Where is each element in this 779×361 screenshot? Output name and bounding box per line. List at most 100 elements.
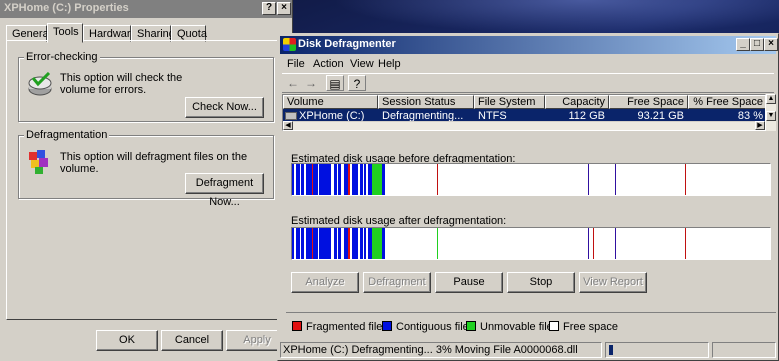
properties-icon[interactable]: ▤ <box>326 75 344 91</box>
contiguous-swatch <box>382 321 392 331</box>
progress-bar <box>605 342 709 358</box>
disk-check-icon <box>28 72 52 96</box>
forward-icon[interactable]: → <box>302 75 320 91</box>
col-capacity[interactable]: Capacity <box>545 95 609 109</box>
status-text: XPHome (C:) Defragmenting... 3% Moving F… <box>280 342 602 358</box>
cluster-segment <box>332 164 333 195</box>
scroll-down-icon[interactable]: ▼ <box>766 111 776 121</box>
menu-view[interactable]: View <box>350 58 374 70</box>
back-icon[interactable]: ← <box>284 75 302 91</box>
legend-contiguous: Contiguous files <box>382 321 474 333</box>
legend-unmovable: Unmovable files <box>466 321 558 333</box>
cluster-segment <box>319 164 331 195</box>
view-report-button[interactable]: View Report <box>579 272 647 293</box>
error-checking-group: Error-checking This option will check th… <box>18 51 274 122</box>
cluster-line <box>593 228 594 259</box>
help-icon[interactable]: ? <box>348 75 366 91</box>
cluster-segment <box>358 164 359 195</box>
defragmentation-text: This option will defragment files on the… <box>60 151 248 175</box>
defragmentation-group: Defragmentation This option will defragm… <box>18 129 274 208</box>
cluster-segment <box>358 228 359 259</box>
defrag-app-icon <box>283 38 296 51</box>
fragmented-swatch <box>292 321 302 331</box>
scroll-right-icon[interactable]: ▶ <box>755 121 765 130</box>
cluster-segment <box>338 164 341 195</box>
after-usage-map <box>291 227 771 260</box>
close-button[interactable]: × <box>277 2 291 15</box>
cluster-segment <box>382 164 385 195</box>
stop-button[interactable]: Stop <box>507 272 575 293</box>
properties-titlebar[interactable]: XPHome (C:) Properties ? × <box>0 0 292 18</box>
cluster-segment <box>360 164 363 195</box>
check-now-button[interactable]: Check Now... <box>185 97 264 118</box>
vertical-scrollbar[interactable]: ▲ ▼ <box>766 94 776 131</box>
cluster-segment <box>312 164 313 195</box>
horizontal-scrollbar[interactable]: ◀ ▶ <box>283 121 765 130</box>
legend-free-space: Free space <box>549 321 618 333</box>
status-pane-extra <box>712 342 776 358</box>
cluster-line <box>615 164 616 195</box>
cluster-line <box>685 228 686 259</box>
col-file-system[interactable]: File System <box>474 95 545 109</box>
unmovable-swatch <box>466 321 476 331</box>
volume-list-header: Volume Session Status File System Capaci… <box>283 95 765 109</box>
defrag-window: Disk Defragmenter _ □ × File Action View… <box>277 33 779 361</box>
col-pct-free[interactable]: % Free Space <box>688 95 765 109</box>
defrag-title: Disk Defragmenter <box>298 38 396 50</box>
cancel-button[interactable]: Cancel <box>161 330 223 351</box>
cluster-segment <box>364 228 366 259</box>
cluster-segment <box>348 164 350 195</box>
defragmentation-label: Defragmentation <box>24 129 110 141</box>
cluster-segment <box>319 228 331 259</box>
volume-list[interactable]: Volume Session Status File System Capaci… <box>282 94 766 131</box>
cluster-segment <box>372 164 382 195</box>
ok-button[interactable]: OK <box>96 330 158 351</box>
defragment-now-button[interactable]: Defragment Now... <box>185 173 264 208</box>
cluster-segment <box>294 164 296 195</box>
menu-file[interactable]: File <box>287 58 305 70</box>
error-checking-text: This option will check the volume for er… <box>60 72 183 96</box>
help-button[interactable]: ? <box>262 2 276 15</box>
defrag-close-button[interactable]: × <box>764 38 778 51</box>
cluster-segment <box>364 164 366 195</box>
scroll-left-icon[interactable]: ◀ <box>283 121 293 130</box>
before-usage-map <box>291 163 771 196</box>
toolbar: ← → ▤ ? <box>282 73 774 93</box>
tools-panel: Error-checking This option will check th… <box>6 40 287 320</box>
cluster-segment <box>294 228 296 259</box>
pause-button[interactable]: Pause <box>435 272 503 293</box>
defragment-button[interactable]: Defragment <box>363 272 431 293</box>
menu-action[interactable]: Action <box>313 58 344 70</box>
properties-window: XPHome (C:) Properties ? × General Tools… <box>0 0 293 361</box>
minimize-button[interactable]: _ <box>736 38 750 51</box>
cluster-line <box>588 228 589 259</box>
menu-help[interactable]: Help <box>378 58 401 70</box>
scroll-up-icon[interactable]: ▲ <box>766 94 776 104</box>
legend-fragmented: Fragmented files <box>292 321 388 333</box>
cluster-line <box>437 228 438 259</box>
properties-title: XPHome (C:) Properties <box>4 2 129 14</box>
cluster-segment <box>300 164 301 195</box>
analyze-button[interactable]: Analyze <box>291 272 359 293</box>
cluster-segment <box>372 228 382 259</box>
cluster-line <box>588 164 589 195</box>
cluster-segment <box>334 228 337 259</box>
col-session-status[interactable]: Session Status <box>378 95 474 109</box>
col-free-space[interactable]: Free Space <box>609 95 688 109</box>
cluster-line <box>685 164 686 195</box>
maximize-button[interactable]: □ <box>750 38 764 51</box>
cluster-segment <box>334 164 337 195</box>
drive-icon <box>285 112 297 120</box>
after-label: Estimated disk usage after defragmentati… <box>291 215 507 227</box>
defrag-titlebar[interactable]: Disk Defragmenter _ □ × <box>280 36 778 54</box>
cluster-line <box>615 228 616 259</box>
legend: Fragmented files Contiguous files Unmova… <box>286 312 776 338</box>
cluster-segment <box>382 228 385 259</box>
defragment-icon <box>29 150 48 174</box>
error-checking-label: Error-checking <box>24 51 100 63</box>
cluster-line <box>437 164 438 195</box>
cluster-segment <box>338 228 341 259</box>
tab-tools[interactable]: Tools <box>47 23 83 43</box>
free-space-swatch <box>549 321 559 331</box>
col-volume[interactable]: Volume <box>283 95 378 109</box>
